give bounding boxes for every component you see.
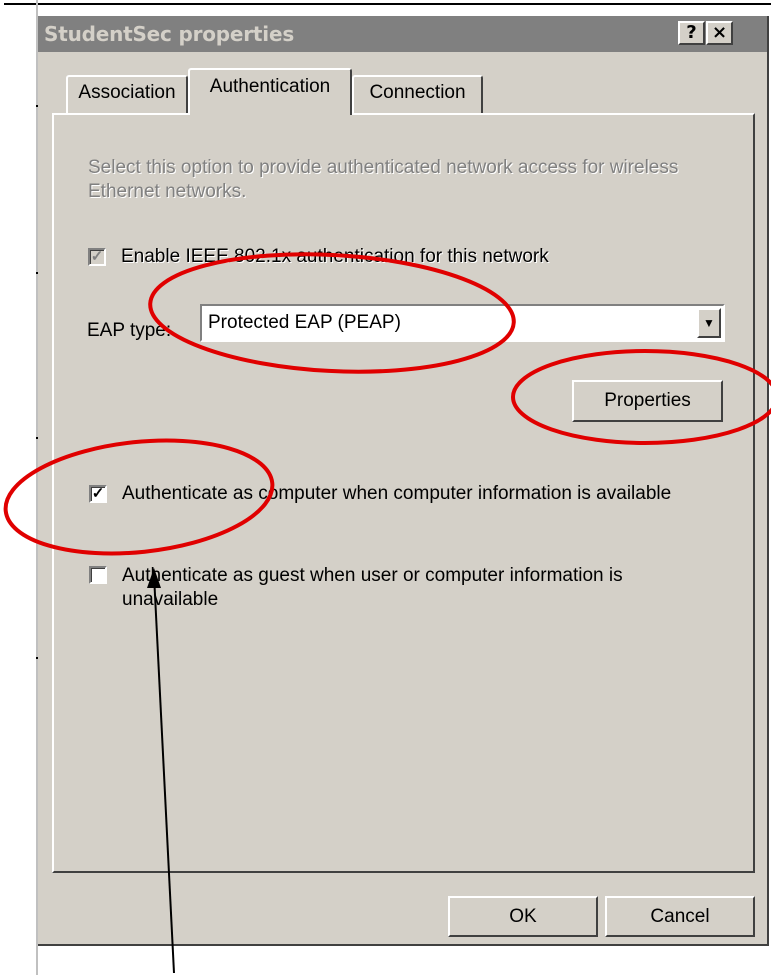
- page-top-rule: [4, 3, 771, 5]
- authenticate-computer-checkbox[interactable]: ✓: [89, 485, 107, 503]
- title-bar[interactable]: StudentSec properties ? ×: [38, 16, 767, 52]
- properties-dialog: StudentSec properties ? × Association Au…: [38, 16, 769, 946]
- properties-button[interactable]: Properties: [572, 380, 723, 422]
- tab-association[interactable]: Association: [66, 75, 188, 113]
- window-title: StudentSec properties: [44, 22, 295, 46]
- eap-type-label: EAP type:: [87, 320, 172, 341]
- help-button[interactable]: ?: [678, 21, 705, 45]
- panel-description: Select this option to provide authentica…: [88, 157, 679, 202]
- authenticate-guest-checkbox[interactable]: [89, 566, 107, 584]
- eap-type-select[interactable]: Protected EAP (PEAP) ▼: [200, 304, 725, 342]
- eap-type-value: Protected EAP (PEAP): [208, 312, 401, 333]
- tab-authentication[interactable]: Authentication: [188, 68, 352, 115]
- chevron-down-icon[interactable]: ▼: [697, 308, 721, 338]
- enable-8021x-checkbox[interactable]: ✓: [88, 248, 106, 266]
- authenticate-guest-label: Authenticate as guest when user or compu…: [122, 565, 623, 610]
- enable-8021x-label: Enable IEEE 802.1x authentication for th…: [121, 246, 549, 267]
- ok-button[interactable]: OK: [448, 896, 598, 937]
- close-button[interactable]: ×: [706, 21, 733, 45]
- tab-connection[interactable]: Connection: [352, 75, 483, 113]
- cancel-button[interactable]: Cancel: [605, 896, 755, 937]
- authenticate-computer-label: Authenticate as computer when computer i…: [122, 483, 672, 504]
